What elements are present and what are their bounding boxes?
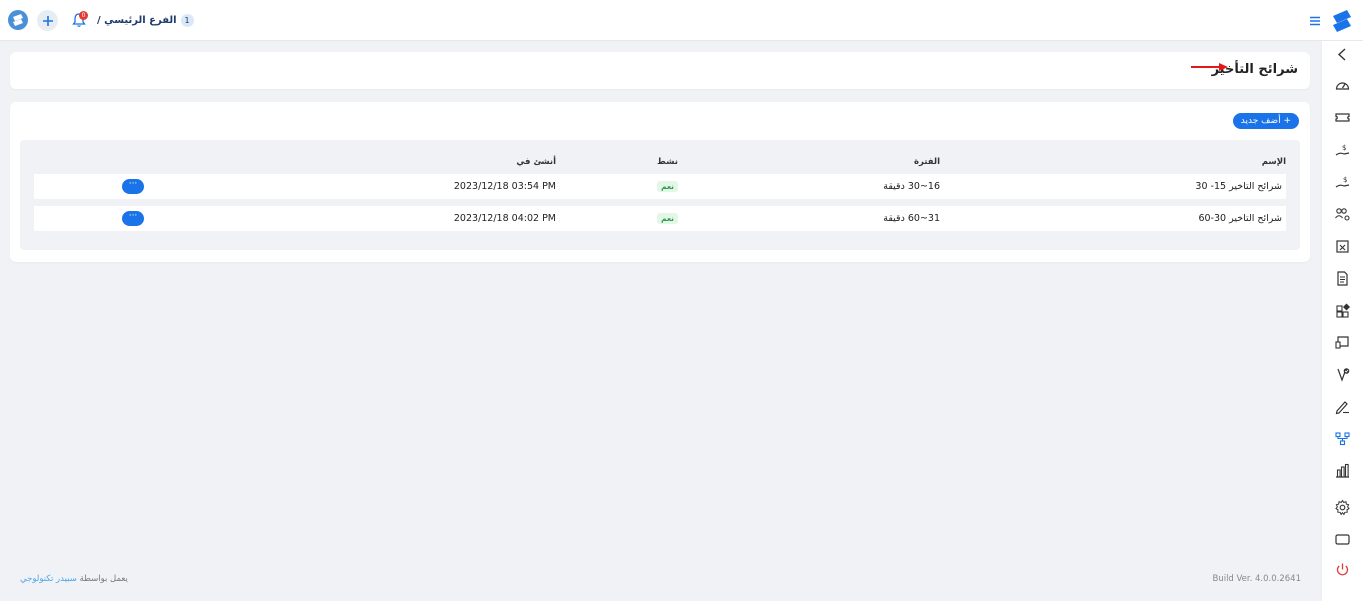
power-icon[interactable] — [1334, 561, 1351, 578]
delay-slabs-table: الإسم الفترة نشط أنشئ في شرائح التاخير 1… — [20, 140, 1300, 250]
status-badge: نعم — [657, 213, 678, 224]
gear-icon[interactable] — [1334, 499, 1351, 516]
notification-badge: 0 — [79, 11, 88, 20]
salary-icon[interactable]: $ — [1334, 142, 1351, 159]
status-badge: نعم — [657, 181, 678, 192]
brand-logo-icon[interactable] — [1329, 8, 1355, 34]
calendar-x-icon[interactable] — [1334, 238, 1351, 255]
add-new-button[interactable]: + أضف جديد — [1232, 113, 1299, 129]
top-bar: 0 1 الفرع الرئيسي / — [0, 0, 1363, 41]
table-row[interactable]: شرائح التاخير 15- 30 16~30 دقيقة نعم 202… — [34, 174, 1286, 199]
users-settings-icon[interactable] — [1334, 206, 1351, 223]
chevron-left-icon[interactable] — [1334, 46, 1351, 63]
document-icon[interactable] — [1334, 270, 1351, 287]
device-icon[interactable] — [1334, 334, 1351, 351]
row-period: 16~30 دقيقة — [883, 181, 940, 192]
powered-by-label: يعمل بواسطة — [79, 574, 128, 584]
table-row[interactable]: شرائح التاخير 30-60 31~60 دقيقة نعم 2023… — [34, 206, 1286, 231]
column-header-period: الفترة — [914, 157, 940, 167]
row-created-at: 2023/12/18 03:54 PM — [453, 181, 556, 192]
sidebar: $ $ — [1321, 41, 1363, 601]
svg-text:$: $ — [1342, 144, 1346, 152]
page-header-card: شرائح التأخير — [10, 52, 1310, 89]
apps-add-icon[interactable] — [1334, 302, 1351, 319]
bar-chart-icon[interactable] — [1334, 462, 1351, 479]
branch-selector[interactable]: 1 الفرع الرئيسي / — [97, 12, 194, 29]
build-version: Build Ver. 4.0.0.2641 — [1212, 574, 1301, 584]
payroll-icon[interactable]: $ — [1334, 174, 1351, 191]
menu-icon[interactable] — [1308, 13, 1322, 27]
row-name: شرائح التاخير 30-60 — [1198, 213, 1282, 224]
branch-label: الفرع الرئيسي / — [97, 15, 177, 26]
footer-powered-by: يعمل بواسطة سبيدر تكنولوجي — [20, 574, 128, 584]
row-period: 31~60 دقيقة — [883, 213, 940, 224]
tablet-icon[interactable] — [1334, 531, 1351, 548]
svg-text:$: $ — [1343, 176, 1347, 184]
column-header-created-at: أنشئ في — [516, 157, 556, 167]
row-name: شرائح التاخير 15- 30 — [1195, 181, 1282, 192]
signature-icon[interactable] — [1334, 398, 1351, 415]
column-header-name: الإسم — [1261, 157, 1286, 167]
dashboard-icon[interactable] — [1334, 78, 1351, 95]
row-created-at: 2023/12/18 04:02 PM — [453, 213, 556, 224]
delay-slabs-card: + أضف جديد الإسم الفترة نشط أنشئ في شرائ… — [10, 102, 1310, 262]
company-link[interactable]: سبيدر تكنولوجي — [20, 574, 77, 584]
column-header-active: نشط — [657, 157, 678, 167]
row-actions-button[interactable]: ··· — [122, 211, 144, 226]
branch-number: 1 — [180, 14, 194, 27]
annotation-arrow-icon — [1191, 63, 1228, 71]
app-logo-icon[interactable] — [8, 10, 28, 30]
ticket-icon[interactable] — [1334, 109, 1351, 126]
add-icon[interactable] — [37, 10, 58, 31]
hierarchy-icon[interactable] — [1334, 430, 1351, 447]
row-actions-button[interactable]: ··· — [122, 179, 144, 194]
approval-icon[interactable] — [1334, 366, 1351, 383]
